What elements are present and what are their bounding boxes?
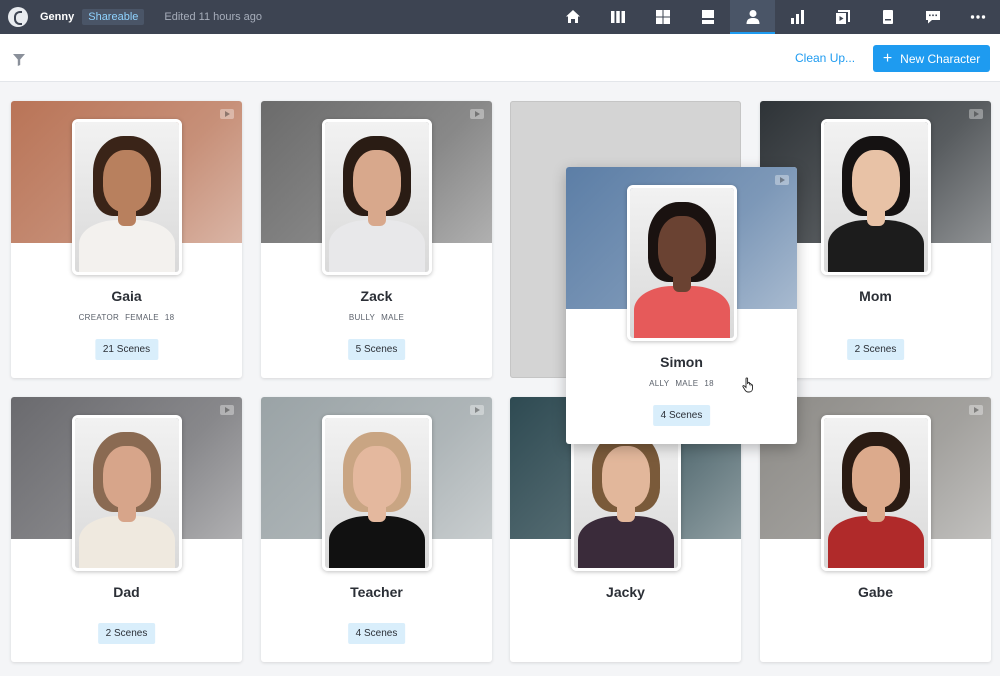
scenes-badge[interactable]: 5 Scenes (347, 339, 406, 360)
character-card[interactable]: Dad 2 Scenes (11, 397, 242, 662)
book-icon (882, 10, 893, 24)
character-portrait (821, 119, 931, 275)
video-icon[interactable] (470, 109, 484, 119)
character-tag: MALE (381, 313, 405, 322)
character-name[interactable]: Simon (566, 354, 797, 370)
character-tags: CREATOR FEMALE 18 (11, 313, 242, 322)
character-tag: 18 (164, 313, 175, 322)
character-tag: BULLY (348, 313, 376, 322)
grid-icon (655, 10, 670, 24)
top-bar: Genny Shareable Edited 11 hours ago (0, 0, 1000, 34)
media-icon (835, 10, 850, 24)
person-icon (746, 10, 759, 24)
character-portrait (72, 415, 182, 571)
character-name[interactable]: Dad (11, 584, 242, 600)
character-card[interactable]: Teacher 4 Scenes (261, 397, 492, 662)
character-portrait (322, 119, 432, 275)
video-icon[interactable] (220, 109, 234, 119)
project-name[interactable]: Genny (40, 11, 74, 23)
nav-media[interactable] (820, 0, 865, 34)
character-tag: 18 (704, 379, 714, 388)
clean-up-link[interactable]: Clean Up... (795, 51, 855, 65)
character-tag: MALE (675, 379, 699, 388)
character-portrait (821, 415, 931, 571)
character-portrait (72, 119, 182, 275)
character-tags: ALLY MALE 18 (566, 379, 797, 388)
top-nav (550, 0, 1000, 34)
character-tag: CREATOR (78, 313, 120, 322)
nav-book[interactable] (865, 0, 910, 34)
shareable-badge[interactable]: Shareable (82, 9, 145, 25)
video-icon[interactable] (775, 175, 789, 185)
character-card-dragging[interactable]: Simon ALLY MALE 18 4 Scenes (566, 167, 797, 444)
more-icon (970, 15, 985, 19)
nav-layout[interactable] (685, 0, 730, 34)
scenes-badge[interactable]: 2 Scenes (846, 339, 905, 360)
scenes-badge[interactable]: 21 Scenes (94, 339, 159, 360)
video-icon[interactable] (969, 109, 983, 119)
nav-stats[interactable] (775, 0, 820, 34)
nav-more[interactable] (955, 0, 1000, 34)
app-logo-icon[interactable] (8, 7, 28, 27)
character-name[interactable]: Jacky (510, 584, 741, 600)
character-portrait (627, 185, 737, 341)
character-tag: ALLY (649, 379, 670, 388)
character-tag: FEMALE (125, 313, 159, 322)
scenes-badge[interactable]: 4 Scenes (347, 623, 406, 644)
nav-comments[interactable] (910, 0, 955, 34)
video-icon[interactable] (470, 405, 484, 415)
scenes-badge[interactable]: 4 Scenes (652, 405, 711, 426)
nav-characters[interactable] (730, 0, 775, 34)
character-name[interactable]: Gabe (760, 584, 991, 600)
bar-chart-icon (790, 10, 804, 24)
edited-timestamp: Edited 11 hours ago (164, 11, 263, 23)
layout-icon (701, 10, 714, 24)
character-card[interactable]: Gaia CREATOR FEMALE 18 21 Scenes (11, 101, 242, 378)
character-name[interactable]: Teacher (261, 584, 492, 600)
new-character-button[interactable]: + New Character (873, 45, 990, 72)
character-name[interactable]: Gaia (11, 288, 242, 304)
video-icon[interactable] (969, 405, 983, 415)
plus-icon: + (882, 49, 893, 67)
character-portrait (322, 415, 432, 571)
character-tags: BULLY MALE (261, 313, 492, 322)
nav-columns[interactable] (595, 0, 640, 34)
nav-home[interactable] (550, 0, 595, 34)
character-card[interactable]: Zack BULLY MALE 5 Scenes (261, 101, 492, 378)
nav-grid[interactable] (640, 0, 685, 34)
new-character-label: New Character (900, 51, 981, 66)
toolbar: Clean Up... + New Character (0, 34, 1000, 82)
filter-icon[interactable] (13, 53, 25, 66)
columns-icon (610, 11, 625, 23)
comment-icon (925, 11, 940, 24)
hand-cursor-icon (742, 377, 754, 393)
video-icon[interactable] (220, 405, 234, 415)
character-name[interactable]: Zack (261, 288, 492, 304)
home-icon (565, 10, 580, 23)
scenes-badge[interactable]: 2 Scenes (97, 623, 156, 644)
